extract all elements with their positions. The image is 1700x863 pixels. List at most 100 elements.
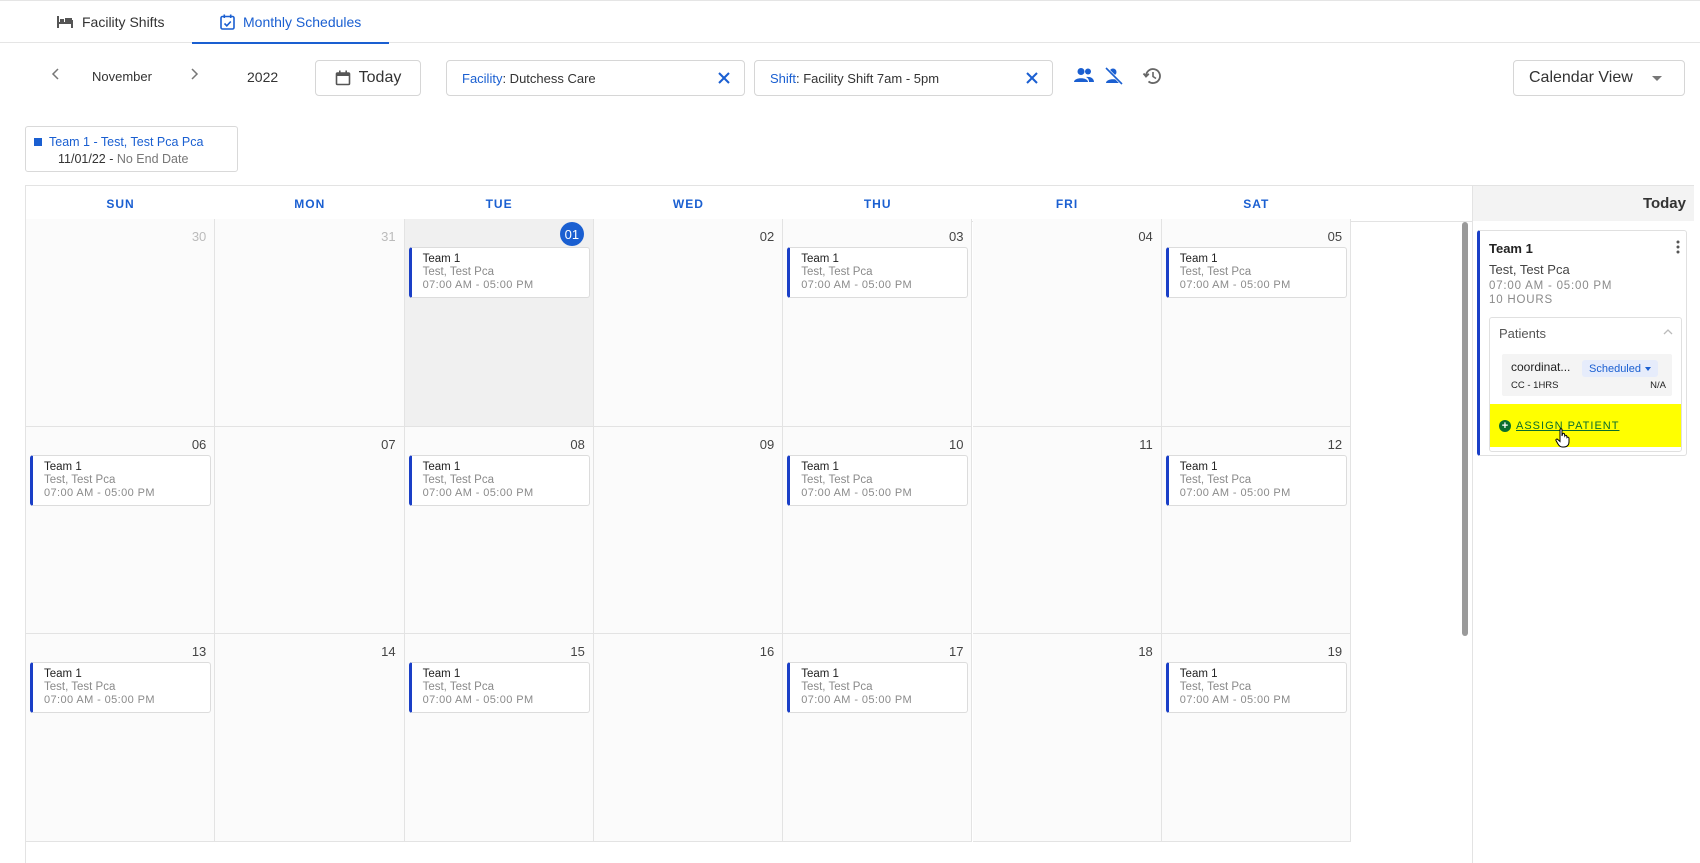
shift-event[interactable]: Team 1 Test, Test Pca 07:00 AM - 05:00 PM [1165,454,1348,506]
tab-monthly-schedules[interactable]: Monthly Schedules [191,1,390,44]
calendar-day-cell[interactable]: 14 [215,634,405,842]
year-label[interactable]: 2022 [247,69,278,85]
calendar-day-cell[interactable]: 18 [972,634,1162,842]
patient-row[interactable]: coordinat... Scheduled CC - 1HRS N/A [1502,354,1672,396]
event-name: Test, Test Pca [801,681,873,693]
event-team: Team 1 [801,460,839,473]
calendar-day-cell[interactable]: 03 Team 1 Test, Test Pca 07:00 AM - 05:00 P… [783,219,973,427]
day-number: 10 [949,436,964,452]
event-name: Test, Test Pca [422,681,494,693]
calendar-day-cell[interactable]: 02 [593,219,784,427]
event-time: 07:00 AM - 05:00 PM [44,486,155,499]
day-name-tue: TUE [485,197,513,211]
event-time: 07:00 AM - 05:00 PM [801,279,913,291]
event-team: Team 1 [801,668,839,680]
calendar-day-cell[interactable]: 04 [972,219,1162,427]
patients-section: Patients coordinat... Scheduled CC - 1HR… [1489,317,1682,452]
more-vert-icon[interactable] [1676,240,1680,257]
shift-event[interactable]: Team 1 Test, Test Pca 07:00 AM - 05:00 PM [408,662,590,713]
day-name-thu: THU [863,197,892,211]
day-number: 15 [570,644,585,659]
history-icon[interactable] [1142,67,1162,90]
calendar-day-cell[interactable]: 13 Team 1 Test, Test Pca 07:00 AM - 05:00 P… [26,634,216,842]
calendar-day-cell[interactable]: 06 Team 1 Test, Test Pca 07:00 AM - 05:00 P… [26,426,216,634]
day-name-fri: FRI [1055,197,1079,211]
calendar-day-cell[interactable]: 11 [972,426,1162,634]
facility-filter-chip[interactable]: Facility: Dutchess Care [446,60,745,96]
event-name: Test, Test Pca [801,473,873,486]
calendar-day-cell[interactable]: 12 Team 1 Test, Test Pca 07:00 AM - 05:00 P… [1161,426,1352,634]
month-label: November [92,69,152,84]
calendar-day-cell[interactable]: 19 Team 1 Test, Test Pca 07:00 AM - 05:00 P… [1161,634,1352,842]
day-number: 08 [570,436,585,452]
prev-month-button[interactable] [44,63,66,85]
next-month-button[interactable] [184,63,206,85]
chevron-right-icon [191,68,199,80]
calendar-day-cell[interactable]: 10 Team 1 Test, Test Pca 07:00 AM - 05:00 P… [783,426,973,634]
event-name: Test, Test Pca [422,266,494,278]
day-number: 17 [949,644,964,659]
calendar-day-cell[interactable]: 31 [215,219,405,427]
patient-value: N/A [1650,380,1666,391]
tab-label: Facility Shifts [82,14,165,30]
shift-event[interactable]: Team 1 Test, Test Pca 07:00 AM - 05:00 PM [787,247,969,298]
shift-event[interactable]: Team 1 Test, Test Pca 07:00 AM - 05:00 PM [408,247,590,298]
shift-event[interactable]: Team 1 Test, Test Pca 07:00 AM - 05:00 PM [787,454,969,506]
day-number: 05 [1327,229,1343,244]
facility-filter-value: : Dutchess Care [502,70,596,86]
day-number: 14 [381,644,396,659]
today-button[interactable]: Today [315,60,421,96]
event-time: 07:00 AM - 05:00 PM [422,694,534,706]
chevron-up-icon[interactable] [1663,326,1673,338]
event-team: Team 1 [1179,253,1218,265]
calendar-view-select[interactable]: Calendar View [1513,60,1685,96]
calendar-day-cell[interactable]: 07 [215,426,405,634]
shift-event[interactable]: Team 1 Test, Test Pca 07:00 AM - 05:00 PM [787,662,969,713]
shift-event[interactable]: Team 1 Test, Test Pca 07:00 AM - 05:00 PM [408,454,590,506]
event-name: Test, Test Pca [44,473,116,486]
event-time: 07:00 AM - 05:00 PM [1179,279,1291,291]
event-time: 07:00 AM - 05:00 PM [801,694,913,706]
toolbar: November 2022 Today Facility: Dutchess C… [0,43,1700,113]
calendar-day-cell[interactable]: 05 Team 1 Test, Test Pca 07:00 AM - 05:00 P… [1161,219,1352,427]
day-number: 30 [191,229,207,244]
calendar-check-icon [220,14,235,30]
shift-event[interactable]: Team 1 Test, Test Pca 07:00 AM - 05:00 PM [1165,662,1348,713]
day-number: 12 [1327,436,1343,452]
assign-patient-button[interactable]: + ASSIGN PATIENT [1490,404,1681,447]
shift-filter-chip[interactable]: Shift: Facility Shift 7am - 5pm [754,60,1053,96]
shift-staff-name: Test, Test Pca [1489,262,1570,277]
shift-card[interactable]: Team 1 Test, Test Pca 07:00 AM - 05:00 P… [1477,230,1687,456]
chevron-down-icon [1652,76,1662,81]
status-badge[interactable]: Scheduled [1582,360,1658,377]
calendar-day-cell[interactable]: 09 [593,426,784,634]
close-icon[interactable] [718,69,730,87]
calendar-day-cell[interactable]: 01 Team 1 Test, Test Pca 07:00 AM - 05:00 P… [404,219,594,427]
shift-event[interactable]: Team 1 Test, Test Pca 07:00 AM - 05:00 PM [30,454,212,506]
event-name: Test, Test Pca [1179,681,1252,693]
calendar-day-cell[interactable]: 16 [593,634,784,842]
today-panel-header: Today [1473,186,1694,221]
chevron-down-icon [1645,366,1651,371]
shift-event[interactable]: Team 1 Test, Test Pca 07:00 AM - 05:00 PM [30,662,212,713]
shift-event[interactable]: Team 1 Test, Test Pca 07:00 AM - 05:00 PM [1165,247,1348,298]
patients-label: Patients [1499,326,1546,341]
day-number: 11 [1139,436,1153,452]
calendar-day-cell[interactable]: 17 Team 1 Test, Test Pca 07:00 AM - 05:00 P… [783,634,973,842]
event-time: 07:00 AM - 05:00 PM [801,486,913,499]
event-team: Team 1 [44,668,82,680]
close-icon[interactable] [1026,69,1038,87]
calendar-scrollbar[interactable] [1462,222,1468,636]
schedule-legend[interactable]: Team 1 - Test, Test Pca Pca 11/01/22 - N… [25,126,238,172]
event-name: Test, Test Pca [801,266,873,278]
legend-start: 11/01/22 [58,152,106,166]
day-number: 06 [191,436,207,452]
people-icon[interactable] [1073,67,1095,88]
tab-facility-shifts[interactable]: Facility Shifts [42,1,178,43]
day-name-sat: SAT [1243,197,1270,211]
person-off-icon[interactable] [1104,66,1124,90]
calendar-day-cell[interactable]: 30 [26,219,216,427]
event-name: Test, Test Pca [422,473,494,486]
calendar-day-cell[interactable]: 08 Team 1 Test, Test Pca 07:00 AM - 05:00 P… [404,426,594,634]
calendar-day-cell[interactable]: 15 Team 1 Test, Test Pca 07:00 AM - 05:00 P… [404,634,594,842]
